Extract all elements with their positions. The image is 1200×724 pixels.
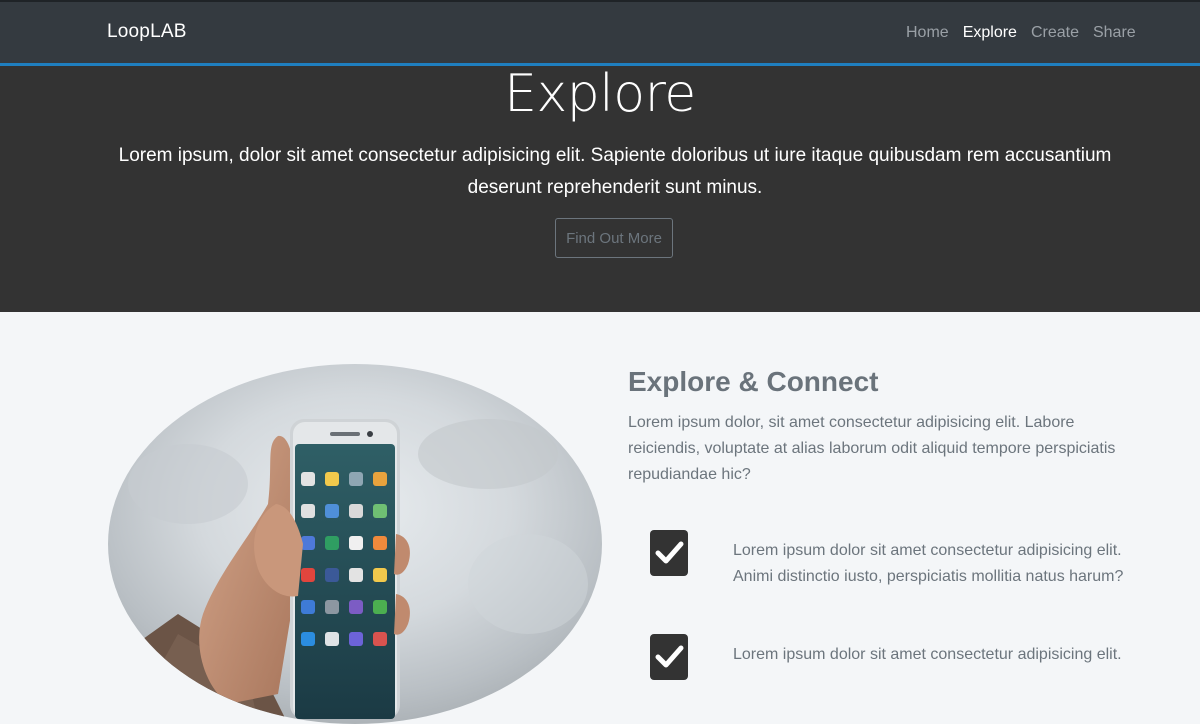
- nav-links: Home Explore Create Share: [906, 24, 1136, 42]
- navbar: LoopLAB Home Explore Create Share: [0, 2, 1200, 63]
- feature-text: Lorem ipsum dolor sit amet consectetur a…: [733, 542, 1124, 585]
- hero-section: Explore Lorem ipsum, dolor sit amet cons…: [0, 64, 1200, 312]
- section-text: Lorem ipsum dolor, sit amet consectetur …: [628, 414, 1116, 483]
- nav-link-explore[interactable]: Explore: [963, 24, 1017, 42]
- feature-text: Lorem ipsum dolor sit amet consectetur a…: [733, 646, 1122, 663]
- nav-link-home[interactable]: Home: [906, 24, 949, 42]
- hero-text: Lorem ipsum, dolor sit amet consectetur …: [118, 145, 1112, 198]
- section-title: Explore & Connect: [628, 366, 879, 397]
- explore-section: Explore & Connect Lorem ipsum dolor, sit…: [0, 312, 1200, 724]
- check-icon: [650, 634, 688, 680]
- brand-logo[interactable]: LoopLAB: [107, 21, 187, 43]
- find-out-more-button[interactable]: Find Out More: [555, 218, 673, 258]
- phone-in-hand-image: [108, 364, 602, 724]
- nav-link-create[interactable]: Create: [1031, 24, 1079, 42]
- hero-title: Explore: [504, 64, 696, 124]
- nav-link-share[interactable]: Share: [1093, 24, 1136, 42]
- check-icon: [650, 530, 688, 576]
